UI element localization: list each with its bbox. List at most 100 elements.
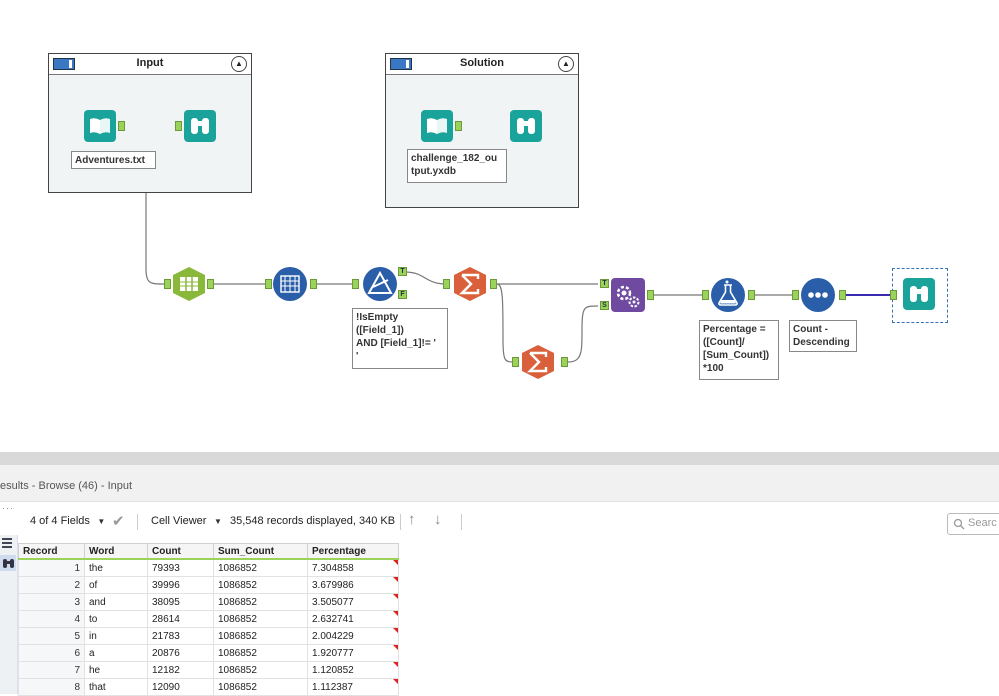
word-cell[interactable]: to	[84, 610, 148, 628]
count-cell[interactable]: 12090	[147, 678, 214, 696]
regex-tokenize-tool[interactable]	[272, 266, 307, 301]
column-header-sum-count[interactable]: Sum_Count	[213, 543, 308, 560]
word-cell[interactable]: he	[84, 661, 148, 679]
filter-tool[interactable]	[362, 266, 397, 301]
solution-container-header[interactable]: Solution ▲	[386, 54, 578, 75]
sum-count-cell[interactable]: 1086852	[213, 576, 308, 594]
append-fields-tool[interactable]	[610, 277, 645, 312]
text-to-columns-tool[interactable]	[171, 266, 205, 301]
input-anchor[interactable]	[265, 279, 272, 289]
table-row[interactable]: 4 to 28614 1086852 2.632741	[18, 610, 399, 628]
table-row[interactable]: 6 a 20876 1086852 1.920777	[18, 644, 399, 662]
count-cell[interactable]: 20876	[147, 644, 214, 662]
table-row[interactable]: 7 he 12182 1086852 1.120852	[18, 661, 399, 679]
collapse-icon[interactable]: ▲	[231, 56, 247, 72]
sort-tool[interactable]	[800, 277, 835, 312]
table-row[interactable]: 2 of 39996 1086852 3.679986	[18, 576, 399, 594]
count-cell[interactable]: 38095	[147, 593, 214, 611]
sum-count-cell[interactable]: 1086852	[213, 644, 308, 662]
input-anchor[interactable]	[175, 121, 182, 131]
input-anchor[interactable]	[792, 290, 799, 300]
filter-false-anchor[interactable]: F	[398, 290, 407, 299]
summarize-tool-2[interactable]	[520, 344, 554, 379]
word-cell[interactable]: that	[84, 678, 148, 696]
sum-count-cell[interactable]: 1086852	[213, 593, 308, 611]
arrow-up-icon[interactable]: ↑	[408, 511, 416, 528]
percentage-cell[interactable]: 3.679986	[307, 576, 399, 594]
word-cell[interactable]: the	[84, 558, 148, 577]
input-anchor[interactable]	[890, 290, 897, 300]
filter-true-anchor[interactable]: T	[398, 267, 407, 276]
table-row[interactable]: 8 that 12090 1086852 1.112387	[18, 678, 399, 696]
input-anchor[interactable]	[512, 357, 519, 367]
summarize-tool[interactable]	[452, 266, 486, 301]
table-row[interactable]: 3 and 38095 1086852 3.505077	[18, 593, 399, 611]
record-cell[interactable]: 6	[18, 644, 85, 662]
percentage-cell[interactable]: 1.112387	[307, 678, 399, 696]
input-anchor[interactable]	[443, 279, 450, 289]
append-target-anchor[interactable]: T	[600, 279, 609, 288]
sum-count-cell[interactable]: 1086852	[213, 661, 308, 679]
solution-container[interactable]: Solution ▲	[385, 53, 579, 208]
column-header-count[interactable]: Count	[147, 543, 214, 560]
count-cell[interactable]: 39996	[147, 576, 214, 594]
arrow-down-icon[interactable]: ↓	[434, 511, 442, 528]
record-cell[interactable]: 7	[18, 661, 85, 679]
percentage-cell[interactable]: 2.004229	[307, 627, 399, 645]
output-anchor[interactable]	[490, 279, 497, 289]
record-cell[interactable]: 3	[18, 593, 85, 611]
input-anchor[interactable]	[164, 279, 171, 289]
table-row[interactable]: 1 the 79393 1086852 7.304858	[18, 558, 399, 577]
pane-splitter[interactable]	[0, 452, 999, 465]
record-cell[interactable]: 2	[18, 576, 85, 594]
input-data-tool[interactable]	[83, 109, 117, 143]
sum-count-cell[interactable]: 1086852	[213, 678, 308, 696]
output-anchor[interactable]	[207, 279, 214, 289]
record-cell[interactable]: 1	[18, 558, 85, 577]
column-header-percentage[interactable]: Percentage	[307, 543, 399, 560]
record-cell[interactable]: 4	[18, 610, 85, 628]
output-anchor[interactable]	[455, 121, 462, 131]
append-source-anchor[interactable]: S	[600, 301, 609, 310]
input-container[interactable]: Input ▲	[48, 53, 252, 193]
sum-count-cell[interactable]: 1086852	[213, 610, 308, 628]
output-anchor[interactable]	[748, 290, 755, 300]
fields-dropdown[interactable]: 4 of 4 Fields ▼	[30, 515, 105, 527]
word-cell[interactable]: a	[84, 644, 148, 662]
column-header-record[interactable]: Record	[18, 543, 85, 560]
percentage-cell[interactable]: 3.505077	[307, 593, 399, 611]
final-browse-tool[interactable]	[902, 277, 936, 311]
solution-browse-tool[interactable]	[509, 109, 543, 143]
output-anchor[interactable]	[561, 357, 568, 367]
output-anchor[interactable]	[118, 121, 125, 131]
output-anchor[interactable]	[310, 279, 317, 289]
sum-count-cell[interactable]: 1086852	[213, 627, 308, 645]
list-view-icon[interactable]	[0, 535, 16, 551]
word-cell[interactable]: in	[84, 627, 148, 645]
record-cell[interactable]: 5	[18, 627, 85, 645]
cell-viewer-dropdown[interactable]: Cell Viewer ▼	[151, 515, 222, 527]
column-header-word[interactable]: Word	[84, 543, 148, 560]
output-anchor[interactable]	[839, 290, 846, 300]
input-anchor[interactable]	[352, 279, 359, 289]
percentage-cell[interactable]: 2.632741	[307, 610, 399, 628]
browse-tool[interactable]	[183, 109, 217, 143]
percentage-cell[interactable]: 7.304858	[307, 558, 399, 577]
count-cell[interactable]: 21783	[147, 627, 214, 645]
workflow-canvas[interactable]: Input ▲ Solution ▲ Adventures.txt challe…	[0, 0, 999, 452]
binoculars-icon[interactable]	[0, 555, 16, 571]
sum-count-cell[interactable]: 1086852	[213, 558, 308, 577]
count-cell[interactable]: 28614	[147, 610, 214, 628]
record-cell[interactable]: 8	[18, 678, 85, 696]
table-row[interactable]: 5 in 21783 1086852 2.004229	[18, 627, 399, 645]
count-cell[interactable]: 79393	[147, 558, 214, 577]
search-input[interactable]: Searc	[947, 513, 999, 535]
collapse-icon[interactable]: ▲	[558, 56, 574, 72]
input-container-header[interactable]: Input ▲	[49, 54, 251, 75]
checkmark-icon[interactable]: ✔	[112, 512, 125, 530]
count-cell[interactable]: 12182	[147, 661, 214, 679]
formula-tool[interactable]	[710, 277, 745, 312]
word-cell[interactable]: of	[84, 576, 148, 594]
percentage-cell[interactable]: 1.120852	[307, 661, 399, 679]
word-cell[interactable]: and	[84, 593, 148, 611]
